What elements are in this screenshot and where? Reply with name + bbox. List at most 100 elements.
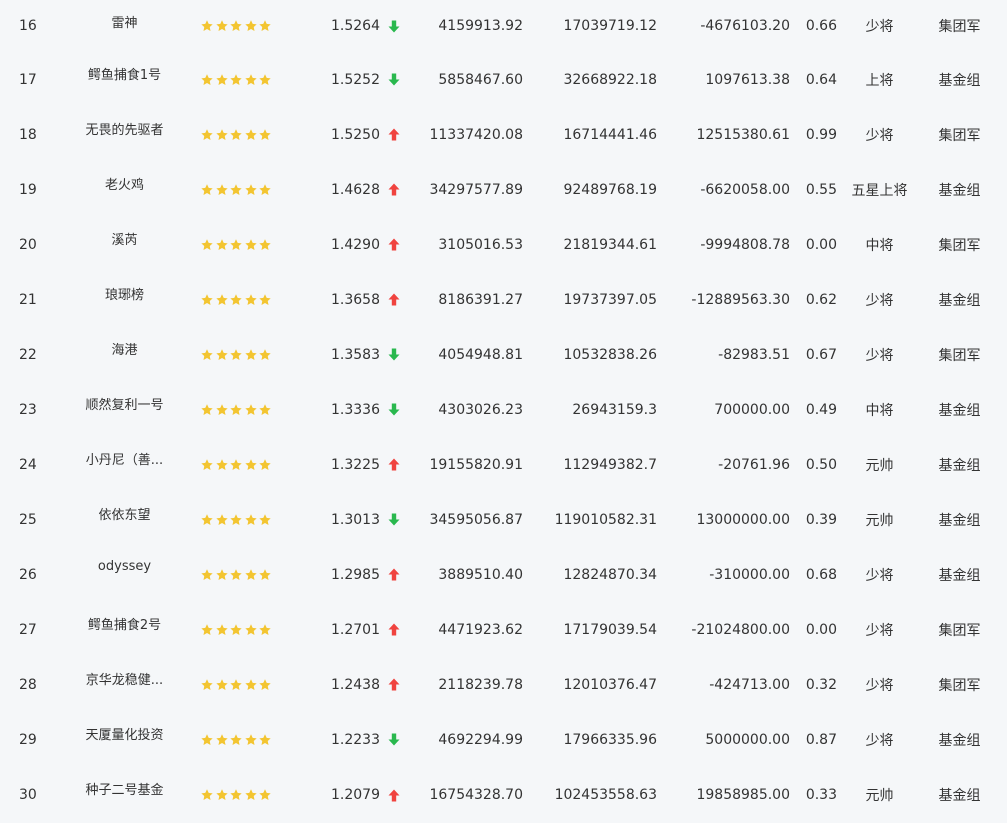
- name-cell[interactable]: 海港: [57, 327, 192, 382]
- fund-name-link[interactable]: 溪芮: [111, 229, 137, 248]
- fund-name-link[interactable]: 琅琊榜: [105, 284, 144, 303]
- rank-cell: 30: [19, 787, 37, 803]
- star-icon: [201, 513, 213, 525]
- star-icon: [259, 293, 271, 305]
- rank-cell: 16: [19, 18, 37, 34]
- table-row[interactable]: 18 无畏的先驱者 1.5250 11337420.08 16714441.46…: [0, 107, 1007, 162]
- fund-name-link[interactable]: 无畏的先驱者: [85, 119, 163, 138]
- name-cell[interactable]: 鳄鱼捕食2号: [57, 602, 192, 657]
- amount2-cell: 17039719.12: [563, 18, 657, 34]
- level-cell: 少将: [865, 127, 894, 144]
- fund-name-link[interactable]: 顺然复利一号: [85, 394, 163, 413]
- group-cell: 基金组: [938, 182, 981, 199]
- table-row[interactable]: 27 鳄鱼捕食2号 1.2701 4471923.62 17179039.54 …: [0, 602, 1007, 657]
- name-cell[interactable]: 依依东望: [57, 492, 192, 547]
- fund-name-link[interactable]: 雷神: [111, 12, 137, 31]
- name-cell[interactable]: 无畏的先驱者: [57, 107, 192, 162]
- name-cell[interactable]: 琅琊榜: [57, 272, 192, 327]
- amount1-cell: 4159913.92: [438, 18, 523, 34]
- star-icon: [230, 128, 242, 140]
- star-rating: [200, 72, 273, 88]
- table-row[interactable]: 25 依依东望 1.3013 34595056.87 119010582.31 …: [0, 492, 1007, 547]
- amount2-cell: 10532838.26: [563, 346, 657, 363]
- trend-cell: [380, 0, 406, 52]
- fund-name-link[interactable]: 小丹尼（善...: [86, 449, 163, 468]
- ratio-cell: 0.68: [805, 566, 837, 583]
- level-cell: 少将: [865, 732, 894, 749]
- name-cell[interactable]: 天厦量化投资: [57, 712, 192, 767]
- value-cell: 1.5250: [277, 107, 380, 162]
- amount3-cell: -6620058.00: [700, 181, 790, 198]
- arrow-up-icon: [388, 458, 400, 471]
- level-cell: 元帅: [865, 788, 894, 804]
- rank-cell: 27: [19, 621, 37, 638]
- rank-cell: 20: [19, 236, 37, 253]
- table-row[interactable]: 29 天厦量化投资 1.2233 4692294.99 17966335.96 …: [0, 712, 1007, 767]
- name-cell[interactable]: odyssey: [57, 547, 192, 602]
- net-value: 1.2233: [331, 731, 380, 748]
- star-icon: [201, 789, 213, 800]
- star-icon: [244, 789, 257, 800]
- fund-name-link[interactable]: 海港: [111, 339, 137, 358]
- name-cell[interactable]: 小丹尼（善...: [57, 437, 192, 492]
- name-cell[interactable]: 雷神: [57, 0, 192, 52]
- name-cell[interactable]: 溪芮: [57, 217, 192, 272]
- ranking-table-body: 16 雷神 1.5264 4159913.92 17039719.12 -467…: [0, 0, 1007, 823]
- table-row[interactable]: 16 雷神 1.5264 4159913.92 17039719.12 -467…: [0, 0, 1007, 52]
- net-value: 1.3013: [331, 511, 380, 528]
- star-icon: [215, 238, 228, 250]
- fund-name-link[interactable]: 种子二号基金: [85, 779, 163, 798]
- name-cell[interactable]: 老火鸡: [57, 162, 192, 217]
- star-icon: [230, 183, 242, 195]
- star-icon: [201, 678, 213, 690]
- fund-name-link[interactable]: odyssey: [98, 559, 151, 574]
- group-cell: 基金组: [938, 292, 981, 309]
- amount1-cell: 3105016.53: [438, 236, 523, 253]
- table-row[interactable]: 24 小丹尼（善... 1.3225 19155820.91 112949382…: [0, 437, 1007, 492]
- table-row[interactable]: 22 海港 1.3583 4054948.81 10532838.26 -829…: [0, 327, 1007, 382]
- star-rating: [200, 18, 273, 34]
- fund-name-link[interactable]: 老火鸡: [105, 174, 144, 193]
- table-row[interactable]: 20 溪芮 1.4290 3105016.53 21819344.61 -999…: [0, 217, 1007, 272]
- ranking-table: 16 雷神 1.5264 4159913.92 17039719.12 -467…: [0, 0, 1007, 823]
- trend-cell: [380, 162, 406, 217]
- amount1-cell: 4692294.99: [438, 731, 523, 748]
- arrow-down-icon: [388, 403, 400, 416]
- star-icon: [201, 128, 213, 140]
- fund-name-link[interactable]: 鳄鱼捕食1号: [88, 64, 161, 83]
- table-row[interactable]: 21 琅琊榜 1.3658 8186391.27 19737397.05 -12…: [0, 272, 1007, 327]
- table-row[interactable]: 28 京华龙稳健... 1.2438 2118239.78 12010376.4…: [0, 657, 1007, 712]
- star-icon: [259, 678, 271, 690]
- name-cell[interactable]: 顺然复利一号: [57, 382, 192, 437]
- table-row[interactable]: 23 顺然复利一号 1.3336 4303026.23 26943159.3 7…: [0, 382, 1007, 437]
- rank-cell: 19: [19, 181, 37, 198]
- table-row[interactable]: 26 odyssey 1.2985 3889510.40 12824870.34…: [0, 547, 1007, 602]
- rating-cell: [192, 217, 277, 272]
- fund-name-link[interactable]: 鳄鱼捕食2号: [88, 614, 161, 633]
- star-rating: [200, 732, 273, 748]
- table-row[interactable]: 19 老火鸡 1.4628 34297577.89 92489768.19 -6…: [0, 162, 1007, 217]
- name-cell[interactable]: 鳄鱼捕食1号: [57, 52, 192, 107]
- amount1-cell: 2118239.78: [438, 676, 523, 693]
- level-cell: 元帅: [865, 457, 894, 474]
- table-row[interactable]: 30 种子二号基金 1.2079 16754328.70 102453558.6…: [0, 767, 1007, 823]
- group-cell: 基金组: [938, 788, 981, 804]
- level-cell: 少将: [865, 19, 894, 35]
- star-icon: [230, 20, 242, 31]
- trend-cell: [380, 272, 406, 327]
- name-cell[interactable]: 京华龙稳健...: [57, 657, 192, 712]
- table-row[interactable]: 17 鳄鱼捕食1号 1.5252 5858467.60 32668922.18 …: [0, 52, 1007, 107]
- fund-name-link[interactable]: 天厦量化投资: [85, 724, 163, 743]
- fund-name-link[interactable]: 依依东望: [98, 504, 150, 523]
- name-cell[interactable]: 种子二号基金: [57, 767, 192, 823]
- value-cell: 1.3583: [277, 327, 380, 382]
- trend-cell: [380, 217, 406, 272]
- group-cell: 基金组: [938, 402, 981, 419]
- amount1-cell: 8186391.27: [438, 291, 523, 308]
- fund-name-link[interactable]: 京华龙稳健...: [86, 669, 163, 688]
- trend-cell: [380, 327, 406, 382]
- level-cell: 少将: [865, 677, 894, 694]
- amount2-cell: 102453558.63: [554, 787, 657, 803]
- value-cell: 1.3658: [277, 272, 380, 327]
- value-cell: 1.2079: [277, 767, 380, 823]
